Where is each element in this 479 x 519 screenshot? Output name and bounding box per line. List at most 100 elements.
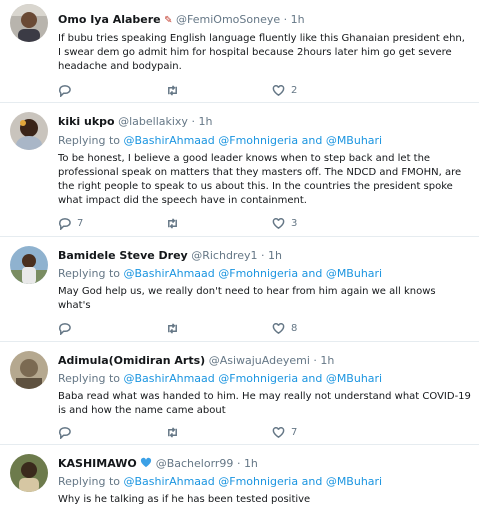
mention-link[interactable]: @MBuhari <box>326 372 382 385</box>
mention-link[interactable]: @BashirAhmaad <box>124 475 215 488</box>
handle[interactable]: @AsiwajuAdeyemi <box>209 354 310 367</box>
timestamp[interactable]: 1h <box>320 354 334 367</box>
replying-to-label: Replying to <box>58 475 121 488</box>
like-icon <box>272 322 285 334</box>
replying-to-label: Replying to <box>58 134 121 147</box>
retweet-icon <box>168 217 177 229</box>
mention-link[interactable]: @Fmohnigeria <box>218 372 298 385</box>
like-count: 8 <box>291 322 298 334</box>
tweet-actions: 7 3 <box>58 215 378 231</box>
tweet-text: Baba read what was handed to him. He may… <box>58 391 471 416</box>
tweet-text: May God help us, we really don't need to… <box>58 286 436 311</box>
tweet[interactable]: Adimula(Omidiran Arts) @AsiwajuAdeyemi ·… <box>0 342 479 445</box>
mention-link[interactable]: @BashirAhmaad <box>124 267 215 280</box>
and-connector: and <box>301 267 323 280</box>
retweet-button[interactable] <box>166 320 185 336</box>
separator-dot: · <box>261 249 265 262</box>
and-connector: and <box>301 134 323 147</box>
tweet-text: To be honest, I believe a good leader kn… <box>58 153 462 206</box>
like-button[interactable]: 7 <box>272 424 297 440</box>
replying-to-label: Replying to <box>58 267 121 280</box>
handle[interactable]: @Bachelorr99 <box>156 457 234 470</box>
replying-to: Replying to @BashirAhmaad @Fmohnigeria a… <box>58 133 471 148</box>
handle[interactable]: @labellakixy <box>118 115 188 128</box>
mention-link[interactable]: @Fmohnigeria <box>218 267 298 280</box>
retweet-button[interactable] <box>166 424 185 440</box>
reply-icon <box>58 217 71 230</box>
like-icon <box>272 84 285 96</box>
reply-icon <box>58 84 71 97</box>
tweet[interactable]: Omo Iya Alabere ✎ @FemiOmoSoneye · 1h If… <box>0 0 479 103</box>
tweet-header: Adimula(Omidiran Arts) @AsiwajuAdeyemi ·… <box>58 353 471 368</box>
display-name[interactable]: kiki ukpo <box>58 115 115 128</box>
tweet-header: kiki ukpo @labellakixy · 1h <box>58 114 471 129</box>
and-connector: and <box>301 475 323 488</box>
tweet[interactable]: kiki ukpo @labellakixy · 1h Replying to … <box>0 103 479 237</box>
reply-button[interactable]: 7 <box>58 215 83 231</box>
separator-dot: · <box>283 13 288 26</box>
tweet-actions: 7 <box>58 424 378 440</box>
reply-count: 7 <box>77 217 84 229</box>
mention-link[interactable]: @MBuhari <box>326 267 382 280</box>
tweet-header: Omo Iya Alabere ✎ @FemiOmoSoneye · 1h <box>58 12 471 28</box>
tweet-text: If bubu tries speaking English language … <box>58 33 465 72</box>
reply-icon <box>58 426 71 439</box>
retweet-icon <box>168 426 177 438</box>
like-button[interactable]: 2 <box>272 82 297 98</box>
replying-to: Replying to @BashirAhmaad @Fmohnigeria a… <box>58 474 471 489</box>
blue-heart-icon <box>141 457 152 468</box>
flag-emoji-icon: ✎ <box>164 15 173 26</box>
reply-icon <box>58 322 71 335</box>
like-icon <box>272 426 285 438</box>
mention-link[interactable]: @BashirAhmaad <box>124 134 215 147</box>
retweet-button[interactable] <box>166 215 185 231</box>
display-name[interactable]: KASHIMAWO <box>58 457 137 470</box>
timestamp[interactable]: 1h <box>268 249 282 262</box>
retweet-icon <box>168 322 177 334</box>
like-count: 7 <box>291 426 298 438</box>
mention-link[interactable]: @Fmohnigeria <box>218 475 298 488</box>
tweet-header: Bamidele Steve Drey @Richdrey1 · 1h <box>58 248 471 263</box>
display-name[interactable]: Adimula(Omidiran Arts) <box>58 354 205 367</box>
replying-to-label: Replying to <box>58 372 121 385</box>
avatar[interactable] <box>10 112 48 150</box>
tweet[interactable]: Bamidele Steve Drey @Richdrey1 · 1h Repl… <box>0 237 479 342</box>
avatar[interactable] <box>10 454 48 492</box>
like-button[interactable]: 3 <box>272 215 297 231</box>
like-icon <box>272 217 285 229</box>
separator-dot: · <box>236 457 241 470</box>
separator-dot: · <box>313 354 317 367</box>
timestamp[interactable]: 1h <box>291 13 305 26</box>
avatar[interactable] <box>10 246 48 284</box>
retweet-button[interactable] <box>166 82 185 98</box>
mention-link[interactable]: @BashirAhmaad <box>124 372 215 385</box>
reply-feed: Omo Iya Alabere ✎ @FemiOmoSoneye · 1h If… <box>0 0 479 519</box>
reply-button[interactable] <box>58 320 77 336</box>
avatar[interactable] <box>10 351 48 389</box>
handle[interactable]: @FemiOmoSoneye <box>176 13 280 26</box>
handle[interactable]: @Richdrey1 <box>191 249 257 262</box>
mention-link[interactable]: @MBuhari <box>326 475 382 488</box>
tweet[interactable]: KASHIMAWO @Bachelorr99 · 1h Replying to … <box>0 445 479 519</box>
like-button[interactable]: 8 <box>272 320 297 336</box>
display-name[interactable]: Omo Iya Alabere <box>58 13 161 26</box>
like-count: 2 <box>291 84 298 96</box>
timestamp[interactable]: 1h <box>244 457 258 470</box>
tweet-actions: 8 <box>58 320 378 336</box>
like-count: 3 <box>291 217 298 229</box>
replying-to: Replying to @BashirAhmaad @Fmohnigeria a… <box>58 371 471 386</box>
avatar[interactable] <box>10 4 48 42</box>
replying-to: Replying to @BashirAhmaad @Fmohnigeria a… <box>58 266 471 281</box>
reply-button[interactable] <box>58 424 77 440</box>
and-connector: and <box>301 372 323 385</box>
mention-link[interactable]: @MBuhari <box>326 134 382 147</box>
reply-button[interactable] <box>58 82 77 98</box>
retweet-icon <box>168 84 177 96</box>
display-name[interactable]: Bamidele Steve Drey <box>58 249 188 262</box>
tweet-text: Why is he talking as if he has been test… <box>58 494 311 505</box>
separator-dot: · <box>191 115 195 128</box>
mention-link[interactable]: @Fmohnigeria <box>218 134 298 147</box>
timestamp[interactable]: 1h <box>198 115 212 128</box>
tweet-header: KASHIMAWO @Bachelorr99 · 1h <box>58 456 471 471</box>
tweet-actions: 2 <box>58 82 378 98</box>
